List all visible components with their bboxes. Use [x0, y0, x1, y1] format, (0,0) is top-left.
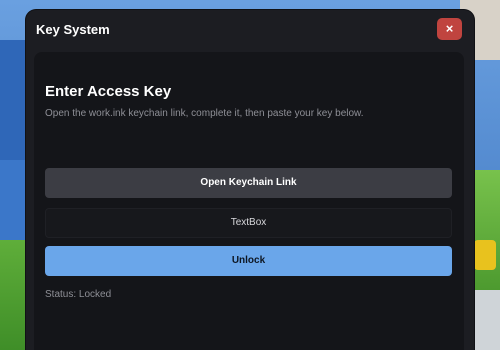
- content-panel: Enter Access Key Open the work.ink keych…: [34, 52, 464, 350]
- window-title: Key System: [36, 22, 110, 37]
- instructions-text: Open the work.ink keychain link, complet…: [45, 108, 364, 119]
- open-keychain-link-button[interactable]: Open Keychain Link: [45, 168, 452, 198]
- window-titlebar[interactable]: Key System ×: [26, 10, 474, 52]
- page-title: Enter Access Key: [45, 83, 172, 100]
- background-character: [474, 240, 496, 270]
- unlock-button[interactable]: Unlock: [45, 246, 452, 276]
- close-button[interactable]: ×: [437, 18, 462, 40]
- status-text: Status: Locked: [45, 289, 112, 300]
- key-input[interactable]: TextBox: [45, 208, 452, 238]
- key-system-window: Key System × Enter Access Key Open the w…: [26, 10, 474, 350]
